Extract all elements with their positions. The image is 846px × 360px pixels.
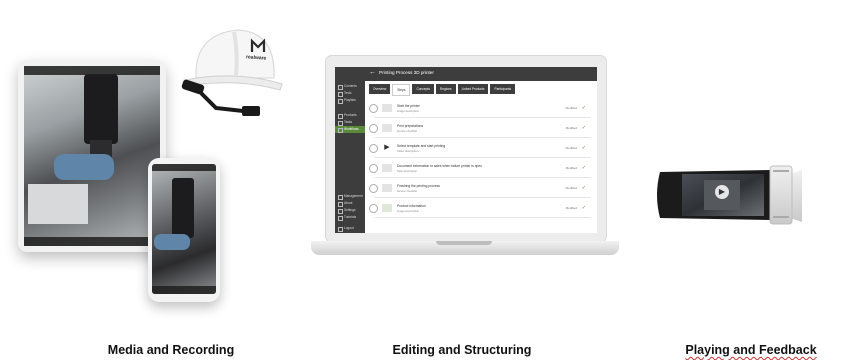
step-status: Modified	[565, 166, 577, 170]
step-title: Document information to sales when failu…	[397, 164, 483, 168]
step-title: Product information	[397, 204, 426, 208]
step-thumbnail	[382, 104, 392, 112]
check-icon: ✓	[581, 125, 586, 131]
play-icon[interactable]: ▶	[715, 185, 729, 199]
tab-participants[interactable]: Participants	[490, 84, 516, 94]
phone-machine-spindle	[172, 178, 194, 238]
step-title: Select template and start printing	[397, 144, 446, 148]
check-icon: ✓	[581, 105, 586, 111]
step-title: Print preparations	[397, 124, 424, 128]
step-row[interactable]: Print preparations Device checklist Modi…	[369, 120, 591, 138]
tablet-screen	[24, 66, 160, 246]
laptop-notch	[436, 241, 492, 245]
laptop-device: Contents Tests Playlists Products Tasks …	[325, 55, 607, 243]
step-subtitle: Device checklist	[397, 129, 418, 133]
caption-editing: Editing and Structuring	[392, 343, 532, 357]
caption-playing: Playing and Feedback	[685, 343, 817, 357]
back-arrow-icon[interactable]: ←	[369, 69, 376, 76]
phone-operator-arm	[154, 234, 190, 250]
handheld-player-device: ▶	[652, 160, 802, 230]
helmet-hmd: realware	[176, 12, 286, 122]
page-title: Printing Process 3D printer	[379, 70, 434, 75]
hard-hat-icon	[181, 29, 283, 116]
step-row[interactable]: Document information to sales when failu…	[369, 160, 591, 178]
operator-arm	[54, 154, 114, 180]
check-icon: ✓	[581, 165, 586, 171]
phone-screen	[152, 164, 216, 294]
machine-spindle	[84, 74, 118, 144]
step-thumbnail	[382, 164, 392, 172]
machine-base	[28, 184, 88, 224]
sidebar-item-products[interactable]: Products	[335, 112, 365, 119]
step-status: Modified	[565, 186, 577, 190]
sidebar-item-tests[interactable]: Tests	[335, 90, 365, 97]
tab-overview[interactable]: Overview	[369, 84, 391, 94]
check-icon: ✓	[581, 205, 586, 211]
sidebar-item-tasks[interactable]: Tasks	[335, 119, 365, 126]
step-subtitle: Task description	[397, 169, 418, 173]
caption-media: Media and Recording	[107, 343, 235, 357]
tab-concepts[interactable]: Concepts	[412, 84, 434, 94]
step-subtitle: Image description	[397, 109, 420, 113]
step-row[interactable]: Product information Image description Mo…	[369, 200, 591, 218]
step-title: Finishing the printing process	[397, 184, 440, 188]
step-row[interactable]: ▶ Select template and start printing Vid…	[369, 140, 591, 158]
step-subtitle: Image description	[397, 209, 420, 213]
sidebar-item-workflows[interactable]: Workflows	[335, 126, 365, 133]
sidebar-item-management[interactable]: Management	[335, 193, 365, 200]
step-title: Start the printer	[397, 104, 420, 108]
step-row[interactable]: Start the printer Image description Modi…	[369, 100, 591, 118]
phone-device	[148, 158, 220, 302]
app-sidebar: Contents Tests Playlists Products Tasks …	[335, 67, 365, 233]
step-status: Modified	[565, 126, 577, 130]
sidebar-item-playlists[interactable]: Playlists	[335, 97, 365, 104]
step-status: Modified	[565, 206, 577, 210]
sidebar-item-contents[interactable]: Contents	[335, 83, 365, 90]
step-list: Start the printer Image description Modi…	[369, 100, 591, 220]
app-header: ← Printing Process 3D printer	[365, 67, 597, 81]
check-icon: ✓	[581, 145, 586, 151]
step-status: Modified	[565, 106, 577, 110]
phone-bottom-bar	[152, 286, 216, 294]
tablet-device	[18, 60, 166, 252]
brand-logo-icon	[250, 38, 266, 54]
check-icon: ✓	[581, 185, 586, 191]
tab-steps[interactable]: Steps	[392, 84, 411, 96]
play-icon: ▶	[382, 144, 392, 152]
tablet-top-bar	[24, 66, 160, 75]
tab-regions[interactable]: Regions	[435, 84, 456, 94]
step-thumbnail	[382, 124, 392, 132]
sidebar-item-tutorials[interactable]: Tutorials	[335, 214, 365, 221]
phone-top-bar	[152, 164, 216, 171]
step-thumbnail	[382, 184, 392, 192]
laptop-screen: Contents Tests Playlists Products Tasks …	[335, 67, 597, 233]
sidebar-item-about[interactable]: About	[335, 200, 365, 207]
tablet-bottom-bar	[24, 237, 160, 246]
step-subtitle: Device checklist	[397, 189, 418, 193]
tab-bar: Overview Steps Concepts Regions Linked P…	[369, 84, 516, 96]
step-subtitle: Video description	[397, 149, 419, 153]
step-thumbnail	[382, 204, 392, 212]
step-status: Modified	[565, 146, 577, 150]
sidebar-item-logout[interactable]: Logout	[335, 225, 365, 232]
tab-linked-products[interactable]: Linked Products	[457, 84, 489, 94]
sidebar-item-settings[interactable]: Settings	[335, 207, 365, 214]
step-row[interactable]: Finishing the printing process Device ch…	[369, 180, 591, 198]
